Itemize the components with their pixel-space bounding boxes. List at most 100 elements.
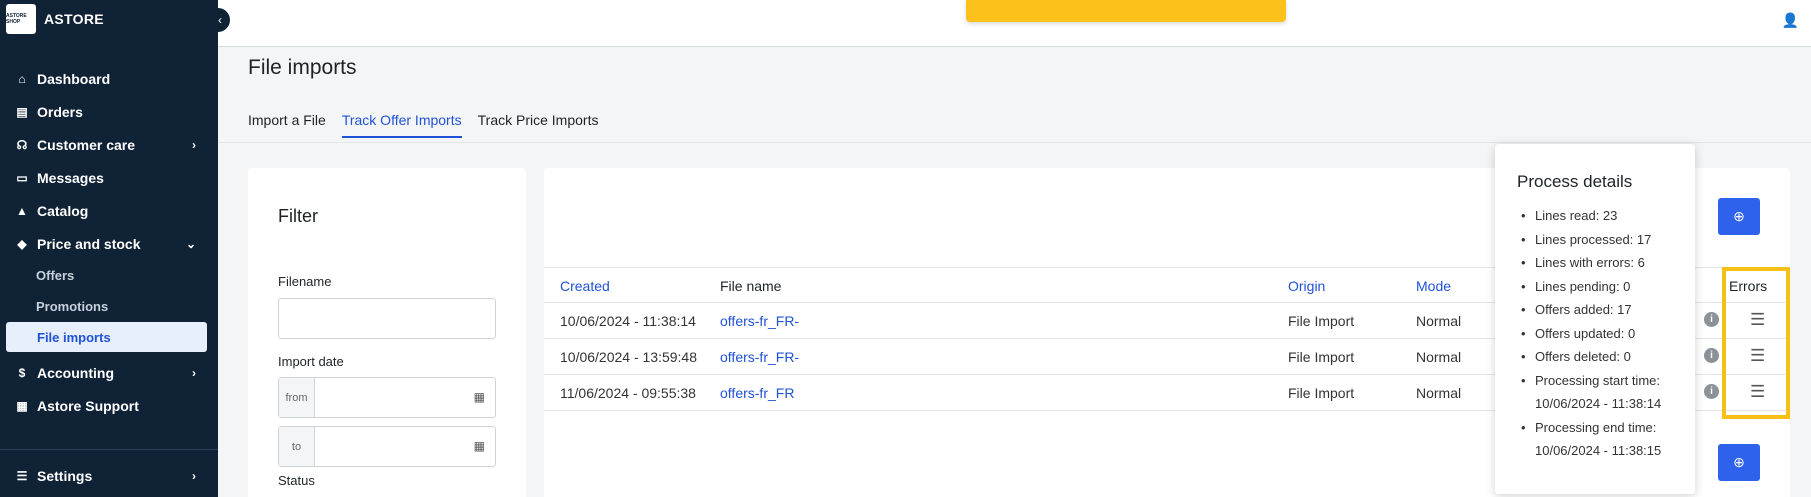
import-date-label: Import date bbox=[278, 354, 344, 369]
nav-label: Customer care bbox=[37, 136, 136, 153]
user-icon[interactable]: 👤 bbox=[1782, 12, 1799, 29]
download-icon: ⊕ bbox=[1733, 454, 1745, 470]
headset-icon: ☊ bbox=[16, 137, 28, 152]
topbar: 👤 bbox=[218, 0, 1811, 47]
detail-lines-pending: Lines pending: 0 bbox=[1517, 275, 1661, 299]
cell-origin: File Import bbox=[1288, 385, 1355, 401]
errors-column-highlight bbox=[1722, 267, 1790, 419]
calendar-icon[interactable]: ▦ bbox=[474, 390, 485, 404]
cell-origin: File Import bbox=[1288, 349, 1355, 365]
page-title: File imports bbox=[248, 56, 357, 79]
column-created[interactable]: Created bbox=[560, 278, 610, 294]
detail-lines-with-errors: Lines with errors: 6 bbox=[1517, 251, 1661, 275]
nav-label: Dashboard bbox=[37, 70, 111, 87]
cell-created: 10/06/2024 - 13:59:48 bbox=[560, 349, 698, 365]
tab-track-price-imports[interactable]: Track Price Imports bbox=[478, 112, 599, 138]
nav-item-price-and-stock[interactable]: ◆ Price and stock ⌄ bbox=[0, 227, 218, 260]
download-button-bottom[interactable]: ⊕ bbox=[1718, 444, 1760, 481]
nav-item-messages[interactable]: ▭ Messages bbox=[0, 161, 218, 194]
detail-label: Processing start time: bbox=[1535, 372, 1660, 388]
store-logo: ASTORE SHOP bbox=[6, 4, 36, 34]
chevron-right-icon: › bbox=[192, 137, 196, 152]
brand[interactable]: ASTORE SHOP ASTORE bbox=[0, 0, 218, 38]
column-file-name: File name bbox=[720, 278, 782, 294]
sidebar: ASTORE SHOP ASTORE ⌂ Dashboard ▤ Orders … bbox=[0, 0, 218, 497]
notification-toast bbox=[966, 0, 1286, 22]
tabs: Import a File Track Offer Imports Track … bbox=[248, 112, 614, 138]
nav-item-dashboard[interactable]: ⌂ Dashboard bbox=[0, 62, 218, 95]
filter-title: Filter bbox=[278, 206, 318, 226]
tab-import-a-file[interactable]: Import a File bbox=[248, 112, 326, 138]
nav-item-orders[interactable]: ▤ Orders bbox=[0, 95, 218, 128]
nav-sub-item-offers[interactable]: Offers bbox=[0, 260, 218, 291]
detail-processing-start: Processing start time: 10/06/2024 - 11:38… bbox=[1517, 369, 1661, 416]
nav-label: Price and stock bbox=[37, 235, 141, 252]
cell-file-name[interactable]: offers-fr_FR- bbox=[720, 313, 799, 329]
chat-icon: ▭ bbox=[16, 170, 28, 185]
nav-label: Accounting bbox=[37, 364, 114, 381]
grid-icon: ▦ bbox=[16, 398, 28, 413]
clipboard-icon: ▤ bbox=[16, 104, 28, 119]
nav-label: Astore Support bbox=[37, 397, 139, 414]
cell-created: 10/06/2024 - 11:38:14 bbox=[560, 313, 696, 329]
main-nav: ⌂ Dashboard ▤ Orders ☊ Customer care › ▭… bbox=[0, 62, 218, 422]
cell-file-name[interactable]: offers-fr_FR- bbox=[720, 349, 799, 365]
date-to-prefix: to bbox=[279, 427, 315, 466]
nav-label: Settings bbox=[37, 467, 93, 484]
tag-icon: ◆ bbox=[17, 236, 27, 251]
cell-mode: Normal bbox=[1416, 349, 1462, 365]
cell-origin: File Import bbox=[1288, 313, 1355, 329]
cell-mode: Normal bbox=[1416, 385, 1462, 401]
cell-mode: Normal bbox=[1416, 313, 1462, 329]
filename-label: Filename bbox=[278, 274, 332, 289]
filename-input[interactable] bbox=[278, 298, 496, 339]
brand-name: ASTORE bbox=[44, 11, 104, 27]
download-icon: ⊕ bbox=[1733, 208, 1745, 224]
date-from-field[interactable]: from ▦ bbox=[278, 377, 496, 418]
info-icon[interactable]: i bbox=[1704, 384, 1719, 399]
column-origin[interactable]: Origin bbox=[1288, 278, 1325, 294]
dollar-file-icon: $ bbox=[18, 365, 26, 380]
popover-title: Process details bbox=[1517, 172, 1633, 191]
sliders-icon: ☰ bbox=[16, 468, 28, 483]
nav-label: Messages bbox=[37, 169, 104, 186]
logo-text: ASTORE SHOP bbox=[6, 13, 27, 25]
shapes-icon: ▲ bbox=[16, 203, 28, 218]
detail-label: Processing end time: bbox=[1535, 419, 1657, 435]
filter-panel: Filter Filename Import date from ▦ to ▦ … bbox=[248, 168, 526, 497]
calendar-icon[interactable]: ▦ bbox=[474, 439, 485, 453]
nav-item-catalog[interactable]: ▲ Catalog bbox=[0, 194, 218, 227]
column-mode[interactable]: Mode bbox=[1416, 278, 1451, 294]
cell-created: 11/06/2024 - 09:55:38 bbox=[560, 385, 696, 401]
detail-offers-updated: Offers updated: 0 bbox=[1517, 322, 1661, 346]
chevron-right-icon: › bbox=[192, 468, 196, 483]
chevron-right-icon: › bbox=[192, 365, 196, 380]
status-label: Status bbox=[278, 473, 315, 488]
detail-lines-processed: Lines processed: 17 bbox=[1517, 228, 1661, 252]
chevron-left-icon: ‹ bbox=[218, 13, 222, 27]
nav-item-astore-support[interactable]: ▦ Astore Support bbox=[0, 389, 218, 422]
nav-label: Orders bbox=[37, 103, 83, 120]
detail-value: 10/06/2024 - 11:38:14 bbox=[1535, 396, 1662, 411]
date-to-field[interactable]: to ▦ bbox=[278, 426, 496, 467]
nav-sub-item-promotions[interactable]: Promotions bbox=[0, 291, 218, 322]
tabs-divider bbox=[218, 142, 1811, 143]
cell-file-name[interactable]: offers-fr_FR bbox=[720, 385, 794, 401]
tab-track-offer-imports[interactable]: Track Offer Imports bbox=[341, 112, 462, 138]
info-icon[interactable]: i bbox=[1704, 348, 1719, 363]
chevron-down-icon: ⌄ bbox=[185, 236, 196, 251]
download-button[interactable]: ⊕ bbox=[1718, 198, 1760, 235]
detail-processing-end: Processing end time: 10/06/2024 - 11:38:1… bbox=[1517, 416, 1661, 463]
nav-label: Catalog bbox=[37, 202, 89, 219]
info-icon[interactable]: i bbox=[1704, 312, 1719, 327]
detail-offers-added: Offers added: 17 bbox=[1517, 298, 1661, 322]
nav-item-customer-care[interactable]: ☊ Customer care › bbox=[0, 128, 218, 161]
date-from-prefix: from bbox=[279, 378, 315, 417]
nav-sub-item-file-imports[interactable]: File imports bbox=[6, 322, 207, 352]
process-details-list: Lines read: 23 Lines processed: 17 Lines… bbox=[1517, 204, 1661, 463]
detail-value: 10/06/2024 - 11:38:15 bbox=[1535, 443, 1662, 458]
nav-item-settings[interactable]: ☰ Settings › bbox=[0, 459, 218, 492]
nav-item-accounting[interactable]: $ Accounting › bbox=[0, 356, 218, 389]
sidebar-divider bbox=[0, 449, 218, 450]
home-icon: ⌂ bbox=[18, 71, 26, 86]
